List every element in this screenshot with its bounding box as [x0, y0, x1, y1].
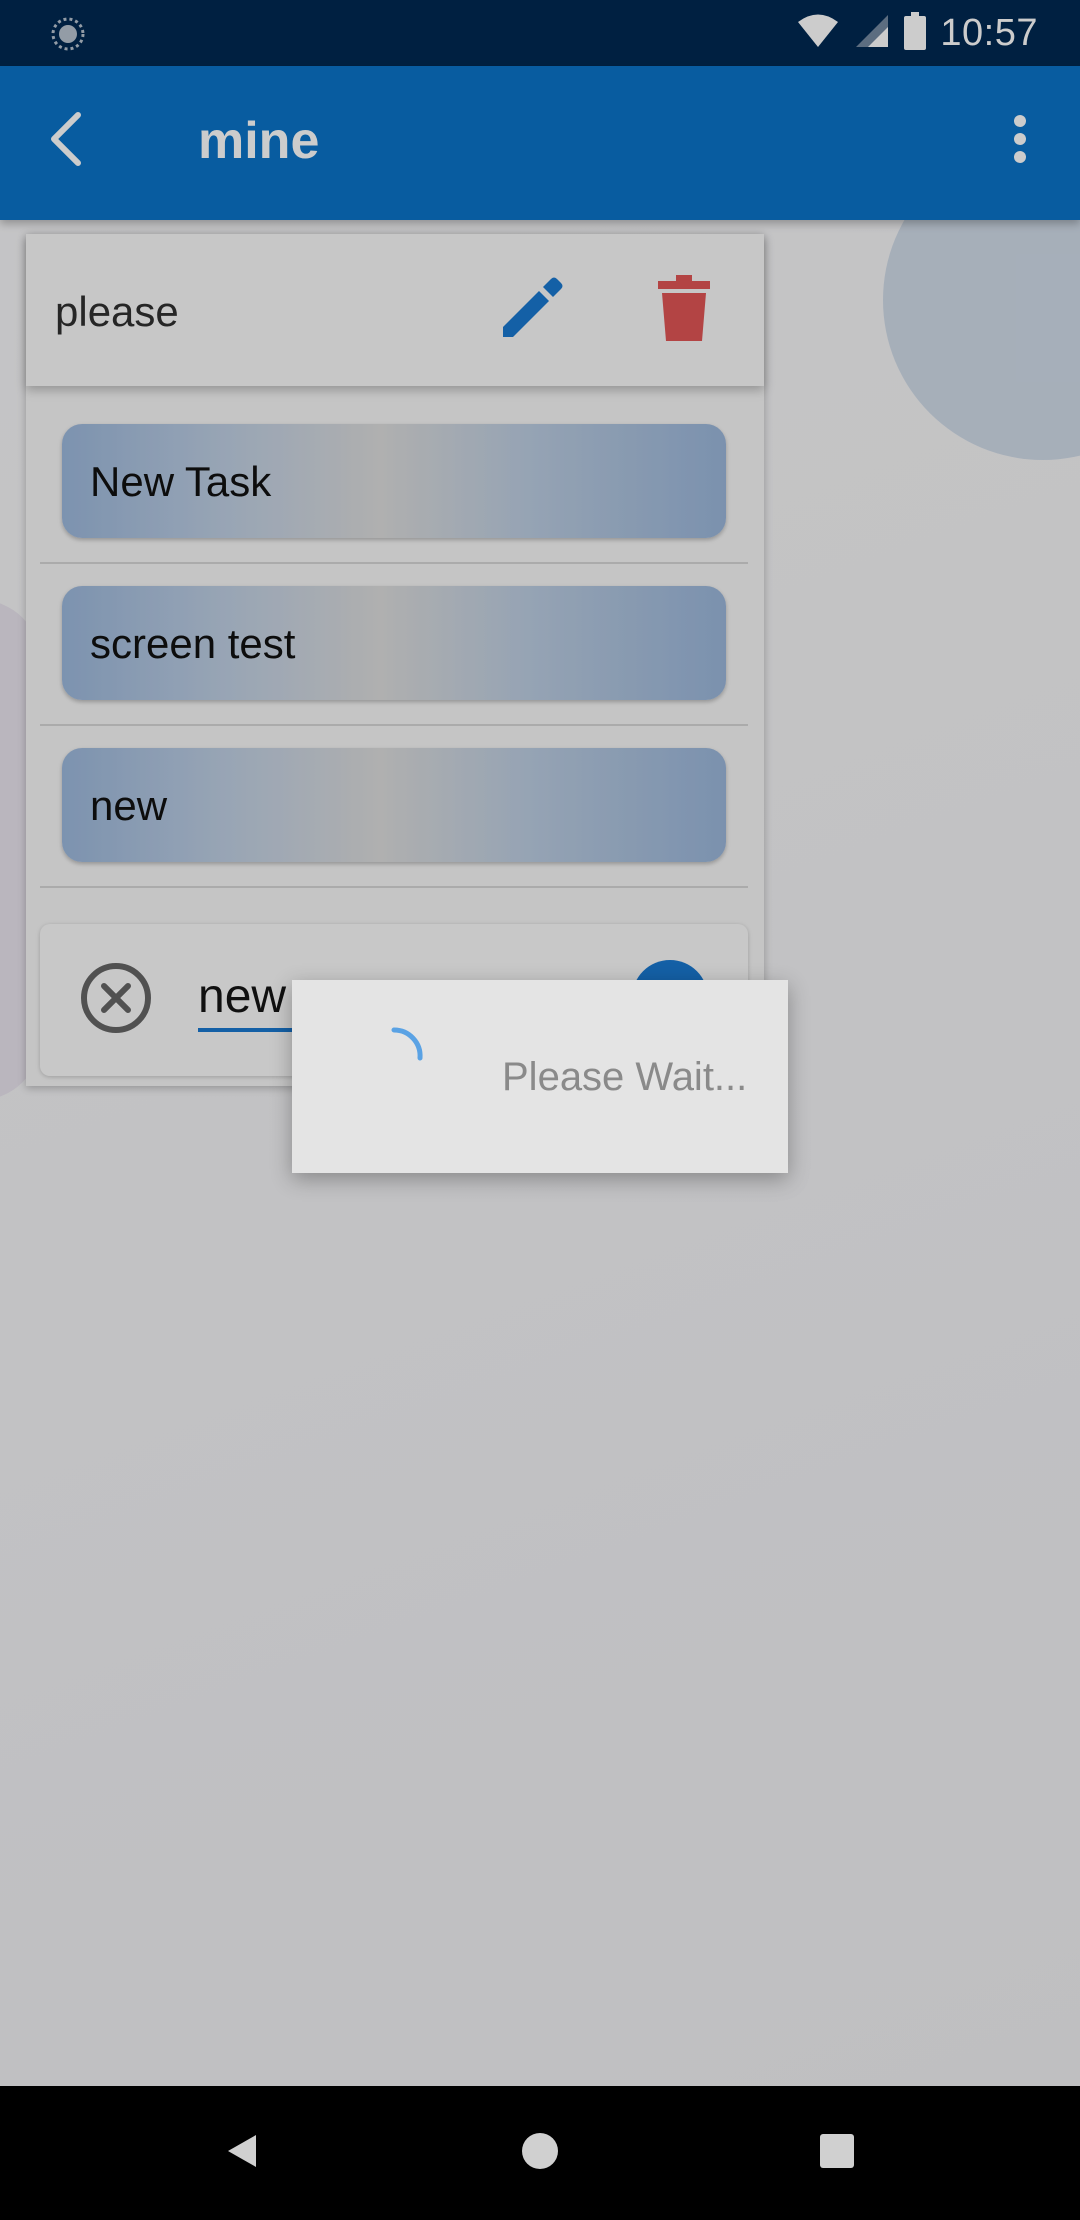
nav-back-button[interactable] — [202, 2113, 282, 2193]
nav-recents-button[interactable] — [797, 2113, 877, 2193]
square-recents-icon — [817, 2131, 857, 2176]
nav-home-button[interactable] — [500, 2113, 580, 2193]
loading-message: Please Wait... — [502, 1055, 748, 1099]
loading-spinner-icon — [390, 1018, 450, 1078]
system-nav-bar — [0, 2086, 1080, 2220]
triangle-back-icon — [222, 2131, 262, 2176]
circle-home-icon — [520, 2131, 560, 2176]
loading-dialog: Please Wait... — [292, 980, 788, 1173]
